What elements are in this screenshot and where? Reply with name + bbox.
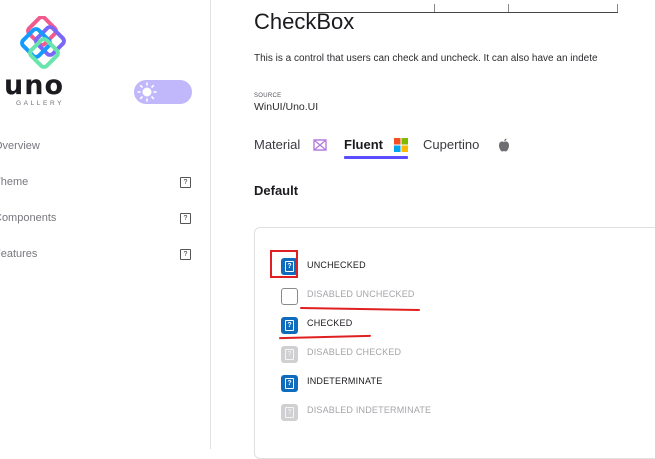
- sidebar-item-theme[interactable]: Theme ?: [0, 173, 200, 193]
- sidebar-item-label: Overview: [0, 140, 40, 152]
- placeholder-icon: ?: [180, 249, 191, 260]
- sun-icon: [137, 82, 157, 102]
- tab-material[interactable]: Material: [254, 137, 300, 152]
- tab-label: Fluent: [344, 137, 383, 152]
- placeholder-icon: ?: [285, 378, 294, 389]
- active-tab-indicator: [344, 156, 408, 159]
- checkbox-label: UNCHECKED: [307, 260, 366, 270]
- placeholder-icon: ?: [285, 407, 294, 418]
- checkbox-disabled-indeterminate: ?: [281, 404, 298, 421]
- source-link[interactable]: WinUI/Uno.UI: [254, 101, 318, 113]
- checkbox-label: INDETERMINATE: [307, 376, 383, 386]
- tab-cupertino[interactable]: Cupertino: [423, 137, 479, 152]
- checkbox-label: CHECKED: [307, 318, 353, 328]
- page-description: This is a control that users can check a…: [254, 53, 598, 64]
- sidebar-item-label: Features: [0, 248, 38, 260]
- checkbox-checked[interactable]: ?: [281, 317, 298, 334]
- page-title: CheckBox: [254, 9, 355, 34]
- uno-logo-icon: [20, 16, 66, 69]
- tab-label: Cupertino: [423, 137, 480, 152]
- placeholder-icon: ?: [180, 177, 191, 188]
- tab-fluent[interactable]: Fluent: [344, 137, 383, 152]
- theme-toggle[interactable]: [134, 80, 192, 104]
- source-label: SOURCE: [254, 93, 282, 99]
- checkbox-label: DISABLED UNCHECKED: [307, 289, 415, 299]
- material-logo-icon: [313, 139, 327, 151]
- checkbox-disabled-checked: ?: [281, 346, 298, 363]
- checkbox-label: DISABLED CHECKED: [307, 347, 402, 357]
- checkbox-disabled-unchecked: [281, 288, 298, 305]
- sidebar-item-features[interactable]: Features ?: [0, 245, 200, 265]
- logo-subtitle: GALLERY: [16, 100, 65, 107]
- sidebar-item-components[interactable]: Components ?: [0, 209, 200, 229]
- section-title: Default: [254, 183, 299, 198]
- sidebar-item-label: Theme: [0, 176, 29, 188]
- placeholder-icon: ?: [285, 349, 294, 360]
- windows-logo-icon: [394, 138, 408, 152]
- checkbox-indeterminate[interactable]: ?: [281, 375, 298, 392]
- checkbox-label: DISABLED INDETERMINATE: [307, 405, 432, 415]
- annotation-highlight-box: [270, 250, 298, 278]
- sidebar-item-overview[interactable]: Overview: [0, 137, 200, 157]
- logo-wordmark: uno: [4, 70, 64, 101]
- apple-logo-icon: [499, 138, 509, 152]
- sidebar: uno GALLERY Overview Theme ? Components …: [0, 0, 211, 449]
- tab-label: Material: [254, 137, 301, 152]
- placeholder-icon: ?: [180, 213, 191, 224]
- placeholder-icon: ?: [285, 320, 294, 331]
- sidebar-item-label: Components: [0, 212, 57, 224]
